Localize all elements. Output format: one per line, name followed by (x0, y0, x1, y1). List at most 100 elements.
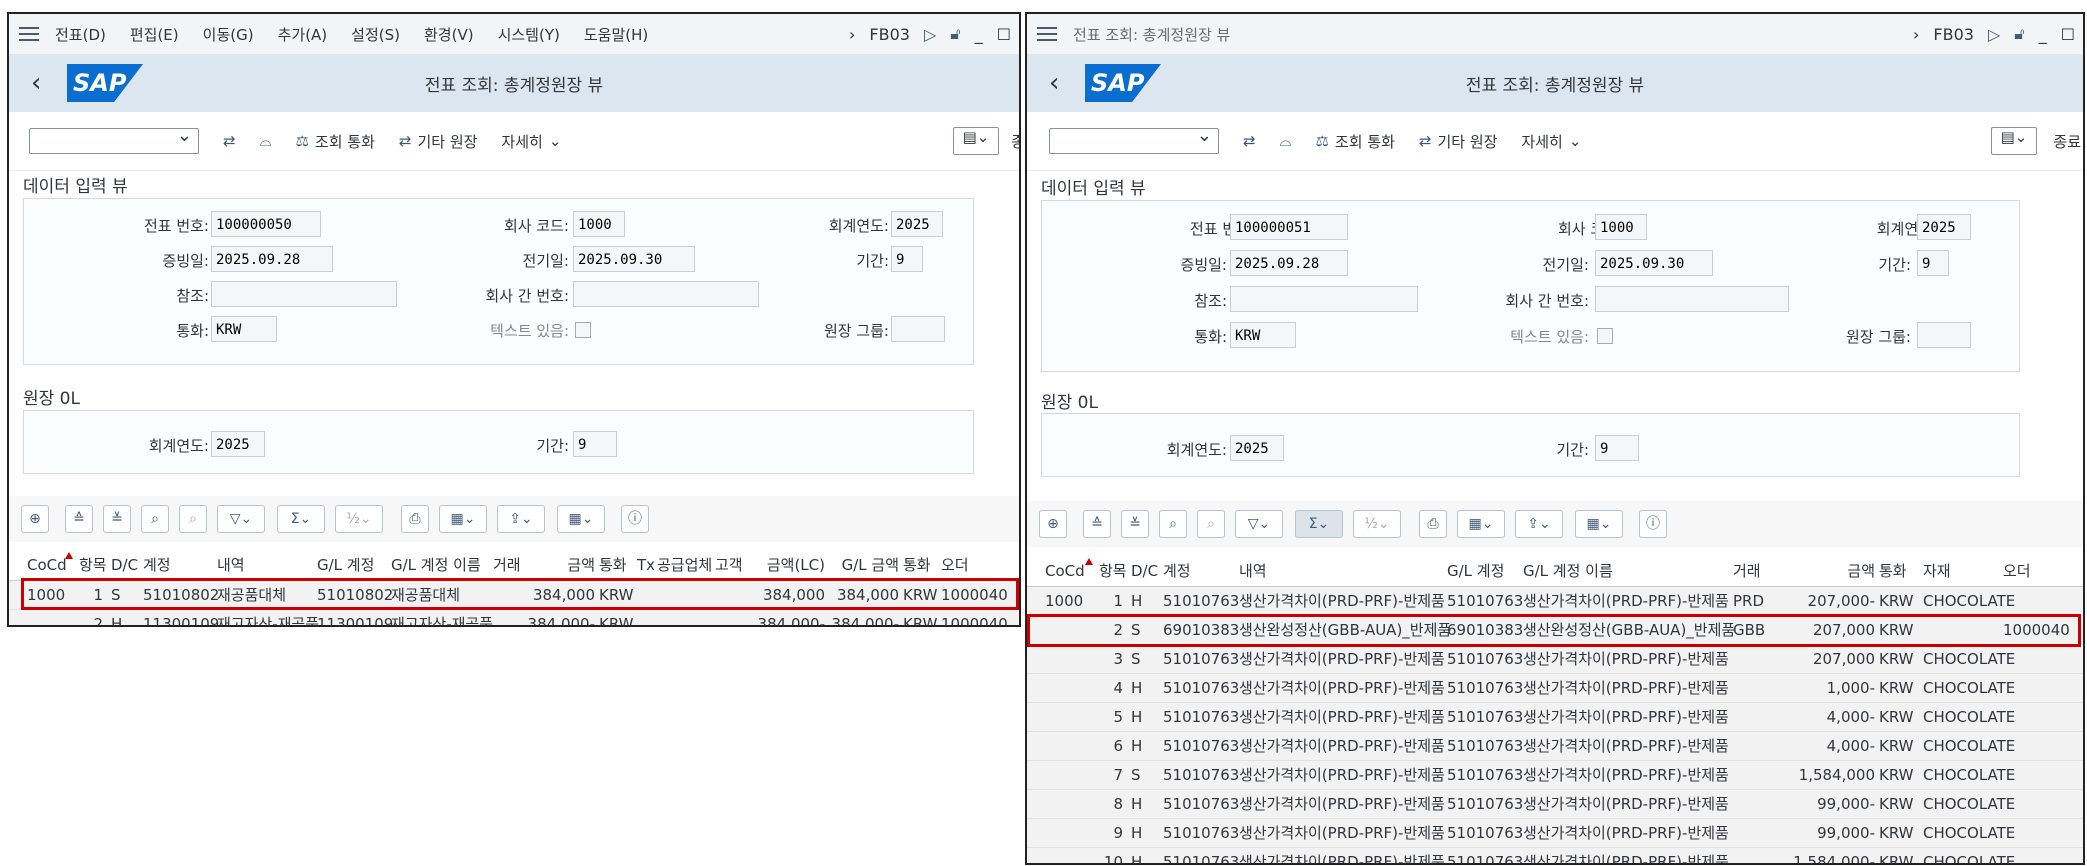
layout-select-icon[interactable]: ▤⌄ (1991, 127, 2037, 155)
info-icon[interactable]: ⓘ (621, 505, 649, 533)
col-curr2[interactable]: 통화 (903, 550, 931, 580)
col-dc[interactable]: D/C (1131, 556, 1158, 586)
print-icon[interactable]: ⎙ (401, 505, 429, 533)
menu-item-extras[interactable]: 추가(A) (278, 24, 328, 45)
chevron-right-icon[interactable]: › (849, 25, 855, 44)
table-row[interactable]: 10 H 51010763 생산가격차이(PRD-PRF)-반제품 51010763 생산… (1027, 848, 2083, 863)
col-amount[interactable]: 금액 (1787, 556, 1875, 586)
more-button[interactable]: 자세히 ⌄ (501, 131, 561, 152)
col-cocd[interactable]: CoCd (1045, 556, 1085, 586)
table-row[interactable]: 6 H 51010763 생산가격차이(PRD-PRF)-반제품 51010763 생산가… (1027, 732, 2083, 761)
table-row[interactable]: 4 H 51010763 생산가격차이(PRD-PRF)-반제품 51010763 생산가… (1027, 674, 2083, 703)
col-order[interactable]: 오더 (2003, 556, 2031, 586)
exit-label[interactable]: 종료 (2053, 131, 2081, 152)
company-code-field[interactable]: 1000 (1595, 214, 1647, 240)
sort-asc-icon[interactable]: ≙ (1083, 510, 1111, 538)
col-trade[interactable]: 거래 (1733, 556, 1761, 586)
col-curr[interactable]: 통화 (599, 550, 627, 580)
menu-item-goto[interactable]: 이동(G) (203, 24, 254, 45)
subtotal-icon[interactable]: ½⌄ (335, 505, 383, 533)
col-account[interactable]: 계정 (143, 550, 171, 580)
display-currency-button[interactable]: ⚖ 조회 통화 (1315, 131, 1394, 152)
print-icon[interactable]: ⎙ (1419, 510, 1447, 538)
layout-dropdown[interactable] (1049, 125, 1219, 154)
layout-select-icon[interactable]: ▤⌄ (953, 127, 999, 155)
hamburger-menu-icon[interactable] (1037, 27, 1057, 41)
col-material[interactable]: 자재 (1923, 556, 1951, 586)
text-exists-checkbox[interactable] (1597, 328, 1613, 344)
export-icon[interactable]: ⇪⌄ (497, 505, 545, 533)
hat-icon[interactable]: ⌓ (1280, 132, 1292, 150)
play-icon[interactable]: ▷ (924, 25, 936, 44)
info-icon[interactable]: ⓘ (1639, 510, 1667, 538)
intercompany-field[interactable] (573, 281, 759, 307)
period-field[interactable]: 9 (1917, 250, 1949, 276)
sum-icon[interactable]: Σ⌄ (277, 505, 325, 533)
currency-field[interactable]: KRW (1230, 322, 1296, 348)
exit-label[interactable]: 종 (1011, 131, 1019, 152)
col-cocd[interactable]: CoCd (27, 550, 67, 580)
period-field[interactable]: 9 (891, 246, 923, 272)
col-desc[interactable]: 내역 (217, 550, 245, 580)
find-icon[interactable]: ⌕ (1159, 510, 1187, 538)
ledger-period-field[interactable]: 9 (1595, 435, 1639, 461)
find-icon[interactable]: ⌕ (141, 505, 169, 533)
subtotal-icon[interactable]: ½⌄ (1353, 510, 1401, 538)
sort-asc-icon[interactable]: ≙ (65, 505, 93, 533)
zoom-in-icon[interactable]: ⊕ (21, 505, 49, 533)
filter-icon[interactable]: ▽⌄ (1235, 510, 1283, 538)
posting-date-field[interactable]: 2025.09.30 (1595, 250, 1713, 276)
sum-icon[interactable]: Σ⌄ (1295, 510, 1343, 538)
ledger-group-field[interactable] (891, 316, 945, 342)
reference-field[interactable] (1230, 286, 1418, 312)
col-item[interactable]: 항목 (1099, 556, 1127, 586)
maximize-icon[interactable]: ☐ (997, 25, 1011, 44)
zoom-in-icon[interactable]: ⊕ (1039, 510, 1067, 538)
col-gl[interactable]: G/L 계정 (317, 550, 374, 580)
table-row[interactable]: 2 H 11300109 재고자산-재공품 11300109 재고자산-재공품 … (9, 610, 1019, 625)
maximize-icon[interactable]: ☐ (2061, 25, 2075, 44)
ledger-fiscal-year-field[interactable]: 2025 (211, 431, 265, 457)
col-dc[interactable]: D/C (111, 550, 138, 580)
table-row[interactable]: 3 S 51010763 생산가격차이(PRD-PRF)-반제품 51010763 생산가… (1027, 645, 2083, 674)
table-row[interactable]: 7 S 51010763 생산가격차이(PRD-PRF)-반제품 51010763 생산가… (1027, 761, 2083, 790)
table-row[interactable]: 8 H 51010763 생산가격차이(PRD-PRF)-반제품 51010763 생산가… (1027, 790, 2083, 819)
company-code-field[interactable]: 1000 (573, 211, 625, 237)
menu-item-system[interactable]: 시스템(Y) (498, 24, 560, 45)
ledger-fiscal-year-field[interactable]: 2025 (1230, 435, 1284, 461)
menu-item-document[interactable]: 전표(D) (55, 24, 106, 45)
doc-no-field[interactable]: 100000051 (1230, 214, 1348, 240)
table-row[interactable]: 5 H 51010763 생산가격차이(PRD-PRF)-반제품 51010763 생산가… (1027, 703, 2083, 732)
col-trade[interactable]: 거래 (493, 550, 521, 580)
ledger-period-field[interactable]: 9 (573, 431, 617, 457)
ledger-group-field[interactable] (1917, 322, 1971, 348)
table-row[interactable]: 1000 1 H 51010763 생산가격차이(PRD-PRF)-반제품 5101076… (1027, 587, 2083, 616)
currency-field[interactable]: KRW (211, 316, 277, 342)
col-desc[interactable]: 내역 (1239, 556, 1267, 586)
col-amount-lc[interactable]: 금액(LC) (751, 550, 825, 580)
display-currency-button[interactable]: ⚖ 조회 통화 (295, 131, 374, 152)
fiscal-year-field[interactable]: 2025 (1917, 214, 1971, 240)
switch-icon[interactable]: ⇄ (223, 132, 236, 150)
find-next-icon[interactable]: ⌕ (1197, 510, 1225, 538)
doc-date-field[interactable]: 2025.09.28 (1230, 250, 1348, 276)
col-item[interactable]: 항목 (79, 550, 107, 580)
back-icon[interactable]: ‹ (1049, 68, 1067, 98)
col-customer[interactable]: 고객 (715, 550, 743, 580)
chevron-right-icon[interactable]: › (1913, 25, 1919, 44)
sort-desc-icon[interactable]: ≚ (103, 505, 131, 533)
export-icon[interactable]: ⇪⌄ (1515, 510, 1563, 538)
menu-item-settings[interactable]: 설정(S) (351, 24, 400, 45)
menu-item-help[interactable]: 도움말(H) (584, 24, 648, 45)
col-gl-name[interactable]: G/L 계정 이름 (391, 550, 481, 580)
hamburger-menu-icon[interactable] (19, 27, 39, 41)
more-button[interactable]: 자세히 ⌄ (1521, 131, 1581, 152)
switch-icon[interactable]: ⇄ (1243, 132, 1256, 150)
doc-no-field[interactable]: 100000050 (211, 211, 321, 237)
back-icon[interactable]: ‹ (31, 68, 49, 98)
col-account[interactable]: 계정 (1163, 556, 1191, 586)
col-vendor[interactable]: 공급업체 (657, 550, 712, 580)
minimize-icon[interactable]: _ (975, 25, 983, 44)
col-amount[interactable]: 금액 (529, 550, 595, 580)
text-exists-checkbox[interactable] (575, 322, 591, 338)
